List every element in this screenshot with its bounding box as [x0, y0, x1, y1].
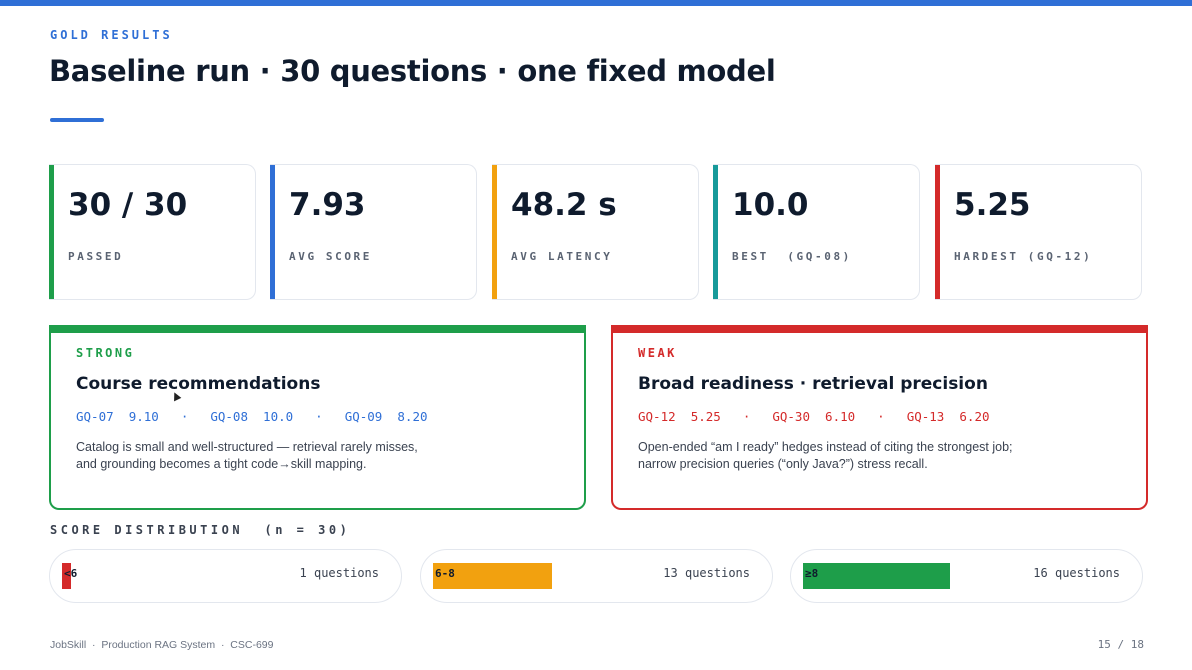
stat-value: 10.0	[732, 187, 809, 223]
question-score: 5.25	[690, 409, 721, 424]
panel-tag: WEAK	[638, 346, 677, 360]
question-id: GQ-08	[210, 409, 248, 424]
stat-accent	[935, 165, 940, 299]
description-line: Catalog is small and well-structured — r…	[76, 440, 418, 454]
stat-card-avg-latency: 48.2 s AVG LATENCY	[492, 164, 699, 300]
stat-label: AVG LATENCY	[511, 250, 613, 263]
stat-value: 30 / 30	[68, 187, 188, 223]
bin-count: 13 questions	[663, 566, 750, 580]
distribution-bin-low: <6 1 questions	[49, 549, 402, 603]
question-id: GQ-07	[76, 409, 114, 424]
panel-tag: STRONG	[76, 346, 135, 360]
footer-deck-info: JobSkill · Production RAG System · CSC-6…	[50, 639, 274, 651]
question-score: 8.20	[397, 409, 428, 424]
page-title: Baseline run · 30 questions · one fixed …	[49, 54, 776, 88]
question-scores: GQ-07 9.10 · GQ-08 10.0 · GQ-09 8.20	[76, 409, 428, 424]
stat-value: 7.93	[289, 187, 366, 223]
question-id: GQ-30	[772, 409, 810, 424]
separator: ·	[742, 409, 751, 424]
title-underline	[50, 118, 104, 122]
stat-accent	[713, 165, 718, 299]
stat-label: PASSED	[68, 250, 124, 263]
question-id: GQ-09	[344, 409, 383, 424]
stat-card-passed: 30 / 30 PASSED	[49, 164, 256, 300]
stat-label: HARDEST (GQ-12)	[954, 250, 1093, 263]
panel-heading: Course recommendations	[76, 374, 321, 394]
stat-value: 48.2 s	[511, 187, 617, 223]
distribution-title: SCORE DISTRIBUTION (n = 30)	[50, 523, 351, 537]
stat-label: BEST (GQ-08)	[732, 250, 852, 263]
stat-accent	[270, 165, 275, 299]
strong-panel: STRONG Course recommendations GQ-07 9.10…	[49, 325, 586, 510]
page-number: 15 / 18	[1097, 638, 1144, 651]
description-line: Open-ended “am I ready” hedges instead o…	[638, 440, 1013, 454]
description-line: narrow precision queries (“only Java?”) …	[638, 457, 928, 471]
distribution-bin-high: ≥8 16 questions	[790, 549, 1143, 603]
stat-accent	[49, 165, 54, 299]
panel-top-border	[49, 325, 586, 333]
bin-label: <6	[64, 567, 78, 580]
bin-count: 16 questions	[1033, 566, 1120, 580]
stat-value: 5.25	[954, 187, 1031, 223]
weak-panel: WEAK Broad readiness · retrieval precisi…	[611, 325, 1148, 510]
stat-accent	[492, 165, 497, 299]
question-score: 6.10	[825, 409, 856, 424]
panel-description: Catalog is small and well-structured — r…	[76, 439, 418, 473]
panel-top-border	[611, 325, 1148, 333]
question-id: GQ-12	[638, 409, 676, 424]
question-score: 6.20	[959, 409, 990, 424]
stat-card-hardest: 5.25 HARDEST (GQ-12)	[935, 164, 1142, 300]
panel-heading: Broad readiness · retrieval precision	[638, 374, 988, 394]
top-accent-bar	[0, 0, 1192, 6]
section-eyebrow: GOLD RESULTS	[50, 28, 173, 42]
question-score: 10.0	[263, 409, 294, 424]
bin-label: 6-8	[435, 567, 455, 580]
stat-label: AVG SCORE	[289, 250, 373, 263]
distribution-bin-mid: 6-8 13 questions	[420, 549, 773, 603]
stats-row: 30 / 30 PASSED 7.93 AVG SCORE 48.2 s AVG…	[49, 164, 1142, 300]
bin-count: 1 questions	[299, 566, 379, 580]
distribution-bar	[803, 563, 950, 589]
separator: ·	[180, 409, 189, 424]
panel-description: Open-ended “am I ready” hedges instead o…	[638, 439, 1013, 473]
stat-card-avg-score: 7.93 AVG SCORE	[270, 164, 477, 300]
question-scores: GQ-12 5.25 · GQ-30 6.10 · GQ-13 6.20	[638, 409, 990, 424]
description-line: and grounding becomes a tight code→skill…	[76, 457, 367, 471]
question-score: 9.10	[128, 409, 159, 424]
separator: ·	[877, 409, 885, 424]
question-id: GQ-13	[906, 409, 945, 424]
separator: ·	[315, 409, 323, 424]
bin-label: ≥8	[805, 567, 819, 580]
stat-card-best: 10.0 BEST (GQ-08)	[713, 164, 920, 300]
